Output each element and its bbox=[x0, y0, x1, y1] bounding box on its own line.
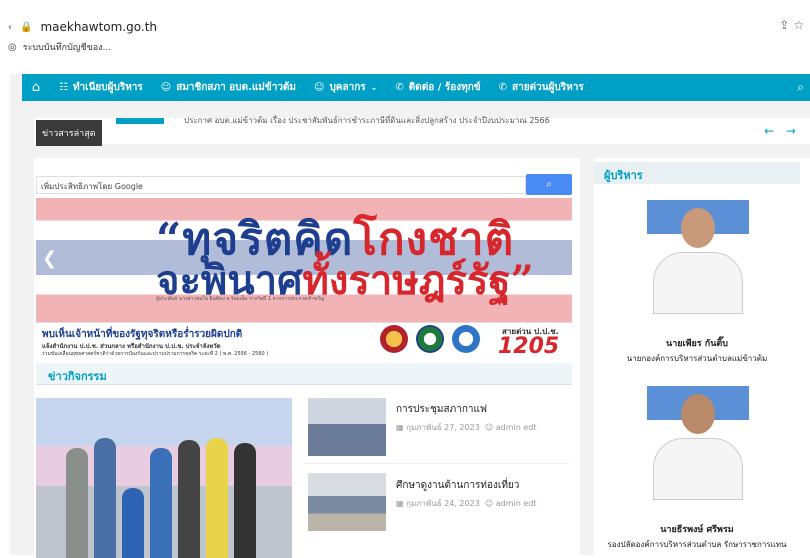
news-header-label: ข่าวกิจกรรม bbox=[48, 370, 107, 383]
post-divider bbox=[304, 463, 570, 464]
news-section-header: ข่าวกิจกรรม bbox=[36, 363, 572, 385]
search-input[interactable]: เพิ่มประสิทธิภาพโดย Google bbox=[36, 176, 526, 194]
news-ticker: ประกาศ อบต.แม่ข้าวต้ม เรื่อง ประชาสัมพัน… bbox=[34, 116, 810, 146]
bookmark-item[interactable]: ◎ ระบบบันทึกบัญชีของ... bbox=[8, 40, 111, 54]
post-title-2[interactable]: ศึกษาดูงานด้านการท่องเที่ยว bbox=[396, 478, 519, 493]
phone-icon: ✆ bbox=[395, 82, 404, 93]
post-meta-1: ▦ กุมภาพันธ์ 27, 2023 ☺ admin edt bbox=[396, 421, 537, 434]
prev-slide-icon[interactable]: ❮ bbox=[42, 248, 57, 269]
user-icon: ☺ bbox=[314, 82, 325, 93]
nav-item-council[interactable]: ☺ สมาชิกสภา อบต.แม่ข้าวต้ม bbox=[152, 74, 305, 101]
banner-credit: ผู้ประพันธ์ นางสาวสมใจ ยินดีคง จ.ร้อยเอ็… bbox=[156, 296, 325, 302]
person-figure bbox=[122, 488, 144, 558]
nav-item-staff[interactable]: ☺ บุคลากร ⌄ bbox=[305, 74, 386, 101]
search-icon[interactable]: ⌕ bbox=[797, 80, 804, 95]
uniform-shape bbox=[653, 252, 743, 314]
news-thumb-1[interactable] bbox=[308, 398, 386, 456]
calendar-icon: ▦ bbox=[396, 499, 404, 508]
nav-item-executives[interactable]: ☷ ทำเนียบผู้บริหาร bbox=[50, 74, 152, 101]
share-icon[interactable]: ⇪ ☆ bbox=[779, 18, 804, 32]
person-figure bbox=[178, 440, 200, 558]
nav-label: ติดต่อ / ร้องทุกข์ bbox=[408, 82, 481, 93]
seal-icon bbox=[380, 325, 408, 353]
post-author[interactable]: admin edt bbox=[496, 499, 537, 508]
banner-line2-b: ทั้งราษฎร์รัฐ” bbox=[302, 257, 534, 304]
lock-icon: 🔒 bbox=[20, 21, 33, 33]
nav-label: สายด่วนผู้บริหาร bbox=[512, 82, 584, 93]
sitemap-icon: ☷ bbox=[59, 82, 68, 93]
uniform-shape bbox=[653, 438, 743, 500]
website: ⌂ ☷ ทำเนียบผู้บริหาร ☺ สมาชิกสภา อบต.แม่… bbox=[10, 60, 810, 558]
person-figure bbox=[206, 438, 228, 558]
main-nav: ⌂ ☷ ทำเนียบผู้บริหาร ☺ สมาชิกสภา อบต.แม่… bbox=[22, 74, 810, 101]
phone-icon: ✆ bbox=[498, 82, 508, 93]
person-figure bbox=[234, 443, 256, 558]
featured-news-photo[interactable] bbox=[36, 398, 292, 558]
report-line1: พบเห็นเจ้าหน้าที่ของรัฐทุจริตหรือร่ำรวยผ… bbox=[42, 329, 243, 340]
face-shape bbox=[681, 394, 715, 434]
search-button[interactable]: ⌕ bbox=[526, 174, 572, 195]
nav-item-contact[interactable]: ✆ ติดต่อ / ร้องทุกข์ bbox=[386, 74, 489, 101]
banner-line2: จะพินาศทั้งราษฎร์รัฐ” bbox=[156, 248, 534, 312]
address-bar[interactable]: ‹ 🔒 maekhawtom.go.th bbox=[8, 20, 157, 34]
executive-name: นายธีรพงษ์ ศรีพรม bbox=[660, 525, 734, 535]
executive-position: นายกองค์การบริหารส่วนตำบลแม่ข้าวต้ม bbox=[626, 354, 768, 363]
person-figure bbox=[66, 448, 88, 558]
post-title-1[interactable]: การประชุมสภากาแฟ bbox=[396, 402, 487, 417]
nav-item-hotline[interactable]: ✆ สายด่วนผู้บริหาร bbox=[490, 74, 593, 101]
globe-icon: ◎ bbox=[8, 41, 17, 53]
bookmark-label: ระบบบันทึกบัญชีของ... bbox=[22, 43, 112, 53]
back-icon[interactable]: ‹ bbox=[8, 22, 12, 33]
anti-corruption-banner[interactable]: ❮ “ทุจริตคิดโกงชาติ จะพินาศทั้งราษฎร์รัฐ… bbox=[36, 198, 572, 322]
executive-portrait[interactable] bbox=[647, 200, 749, 314]
home-icon[interactable]: ⌂ bbox=[22, 74, 50, 101]
post-meta-2: ▦ กุมภาพันธ์ 24, 2023 ☺ admin edt bbox=[396, 497, 537, 510]
sidebar-header-label: ผู้บริหาร bbox=[604, 169, 643, 182]
calendar-icon: ▦ bbox=[396, 423, 404, 432]
hotline-number: 1205 bbox=[498, 334, 560, 359]
search-icon: ⌕ bbox=[546, 179, 552, 190]
browser-chrome: ‹ 🔒 maekhawtom.go.th ⇪ ☆ ◎ ระบบบันทึกบัญ… bbox=[0, 0, 810, 58]
user-icon: ☺ bbox=[484, 499, 494, 508]
ticker-tag bbox=[116, 118, 164, 124]
seal-icon bbox=[452, 325, 480, 353]
executive-name: นายเพียร กันติ๊บ bbox=[666, 339, 728, 349]
face-shape bbox=[681, 208, 715, 248]
ticker-text[interactable]: ประกาศ อบต.แม่ข้าวต้ม เรื่อง ประชาสัมพัน… bbox=[184, 114, 550, 127]
ticker-arrows[interactable]: ← → bbox=[764, 124, 800, 138]
user-icon: ☺ bbox=[160, 82, 172, 93]
person-figure bbox=[94, 438, 116, 558]
post-date: กุมภาพันธ์ 27, 2023 bbox=[406, 423, 480, 432]
nav-label: ทำเนียบผู้บริหาร bbox=[72, 82, 143, 93]
news-thumb-2[interactable] bbox=[308, 473, 386, 531]
chevron-down-icon: ⌄ bbox=[370, 83, 378, 92]
sidebar-executives: ผู้บริหาร นายเพียร กันติ๊บ นายกองค์การบร… bbox=[594, 158, 810, 555]
top-strip bbox=[10, 60, 810, 74]
ticker-label: ข่าวสารล่าสุด bbox=[36, 120, 102, 146]
user-icon: ☺ bbox=[484, 423, 494, 432]
executive-position: รองปลัดองค์การบริหารส่วนตำบล รักษาราชการ… bbox=[607, 540, 787, 549]
executive-portrait[interactable] bbox=[647, 386, 749, 500]
person-figure bbox=[150, 448, 172, 558]
sidebar-header: ผู้บริหาร bbox=[594, 162, 800, 184]
seal-icon bbox=[416, 325, 444, 353]
search-placeholder: เพิ่มประสิทธิภาพโดย Google bbox=[41, 182, 143, 191]
report-line3: ร่วมขับเคลื่อนยุทธศาสตร์ชาติว่าด้วยการป้… bbox=[42, 351, 269, 357]
url-text: maekhawtom.go.th bbox=[40, 20, 158, 34]
nav-label: สมาชิกสภา อบต.แม่ข้าวต้ม bbox=[176, 82, 297, 93]
nav-label: บุคลากร bbox=[329, 82, 366, 93]
main-content: เพิ่มประสิทธิภาพโดย Google ⌕ ❮ “ทุจริตคิ… bbox=[34, 158, 580, 558]
post-author[interactable]: admin edt bbox=[496, 423, 537, 432]
post-date: กุมภาพันธ์ 24, 2023 bbox=[406, 499, 480, 508]
report-bar: พบเห็นเจ้าหน้าที่ของรัฐทุจริตหรือร่ำรวยผ… bbox=[36, 322, 572, 360]
